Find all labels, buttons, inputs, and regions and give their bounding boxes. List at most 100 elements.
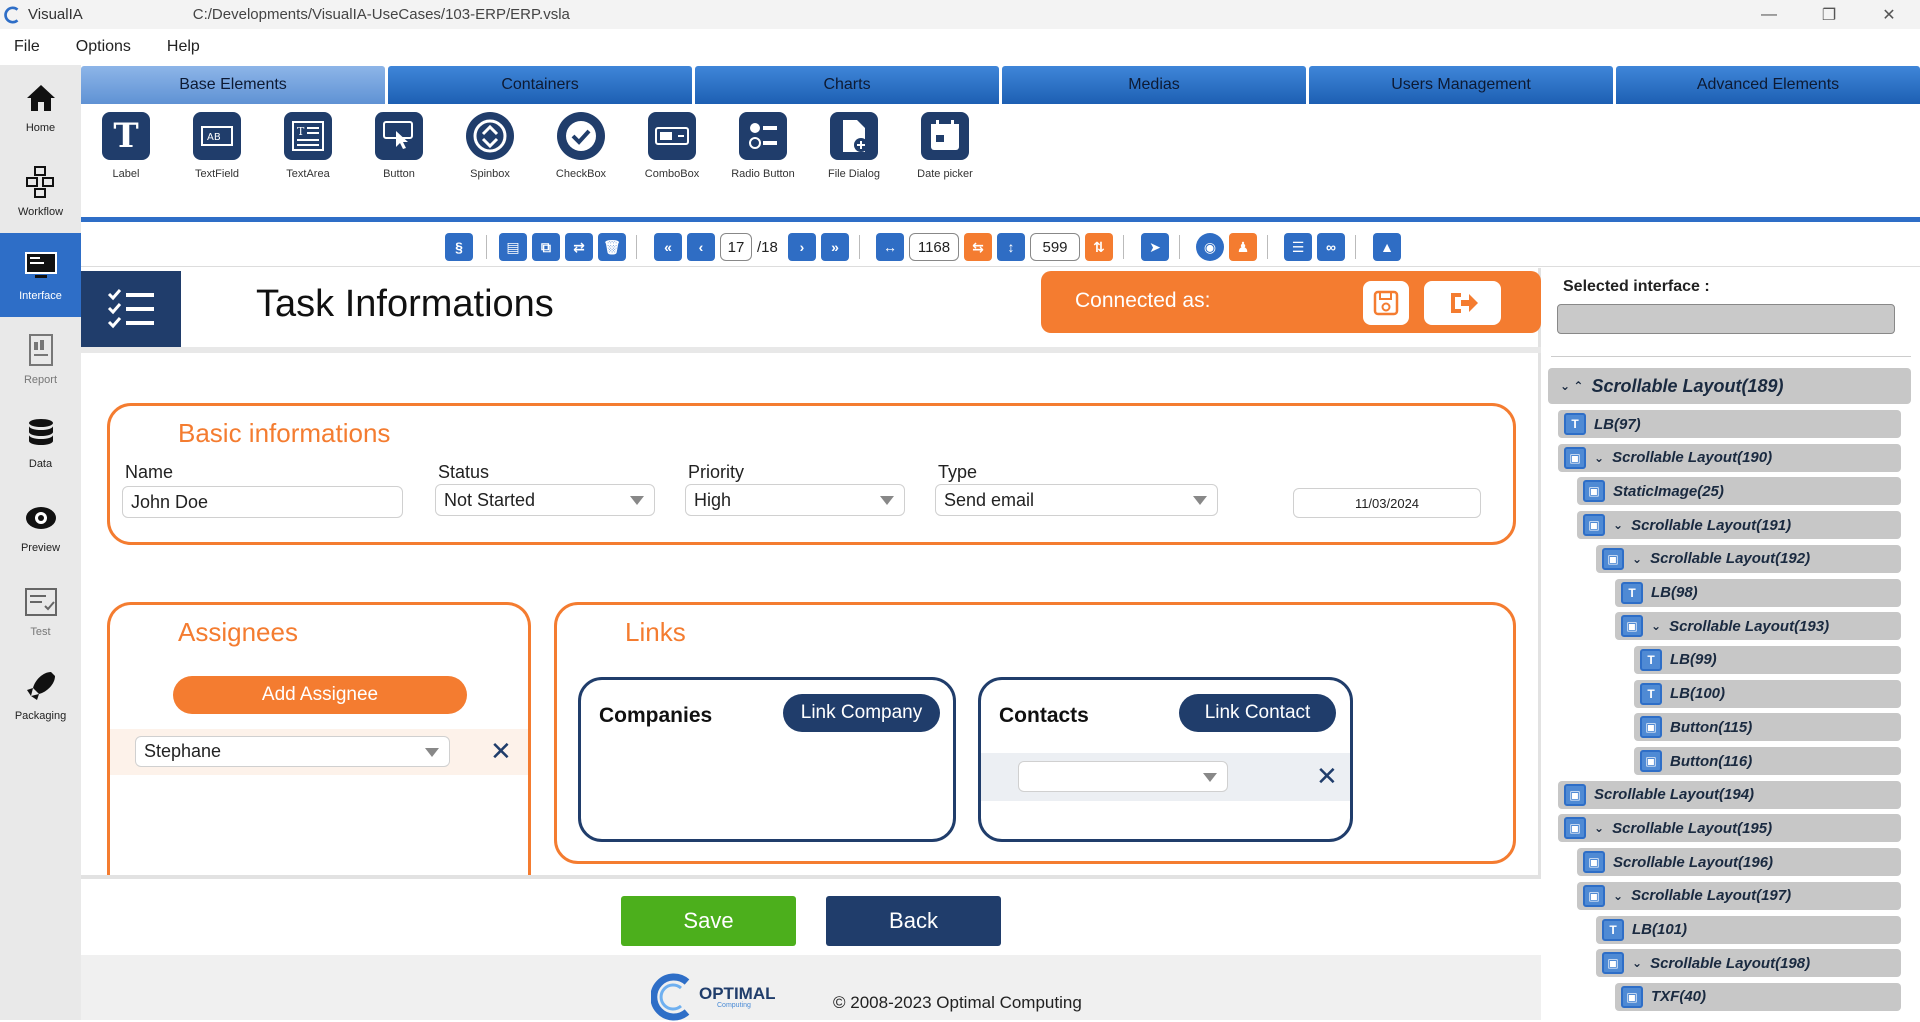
tab-charts[interactable]: Charts (695, 66, 999, 104)
select-cursor-icon[interactable]: ➤ (1141, 233, 1169, 261)
save-icon-button[interactable] (1363, 281, 1409, 325)
chevron-down-icon[interactable]: ⌄ (1594, 821, 1604, 835)
close-window-button[interactable]: ✕ (1860, 0, 1918, 29)
link-contact-button[interactable]: Link Contact (1179, 694, 1336, 732)
chevron-down-icon[interactable]: ⌄ (1632, 956, 1642, 970)
node-type-icon: ▣ (1602, 547, 1624, 570)
sidebar-item-interface[interactable]: Interface (0, 233, 81, 317)
sidebar-item-preview[interactable]: Preview (0, 485, 81, 569)
palette-file-dialog[interactable]: File Dialog (809, 112, 899, 180)
chevron-down-icon[interactable]: ⌄ (1594, 451, 1604, 465)
tree-node[interactable]: ▣ ⌄ Scrollable Layout(192) (1596, 544, 1901, 573)
palette-button[interactable]: Button (354, 112, 444, 180)
tree-node[interactable]: ▣ ⌄ Scrollable Layout(193) (1615, 612, 1901, 641)
date-input[interactable]: 11/03/2024 (1293, 488, 1481, 518)
palette-item-label: Date picker (917, 168, 973, 180)
restore-button[interactable]: ❐ (1800, 0, 1858, 29)
back-button[interactable]: Back (826, 896, 1001, 946)
palette-date-picker[interactable]: Date picker (900, 112, 990, 180)
tree-node[interactable]: ▣ Scrollable Layout(194) (1558, 780, 1901, 809)
tree-node[interactable]: ▣ ⌄ Scrollable Layout(197) (1577, 881, 1901, 910)
tree-node[interactable]: T LB(99) (1634, 645, 1901, 674)
palette-combobox[interactable]: ComboBox (627, 112, 717, 180)
chevron-down-icon[interactable]: ⌄ (1613, 889, 1623, 903)
node-type-icon: ▣ (1583, 514, 1605, 537)
remove-contact-icon[interactable]: ✕ (1316, 761, 1338, 792)
tree-node[interactable]: ▣ Button(116) (1634, 747, 1901, 775)
label-icon: T (102, 112, 150, 160)
status-select[interactable]: Not Started (435, 484, 655, 516)
sidebar-item-report[interactable]: Report (0, 317, 81, 401)
menu-help[interactable]: Help (167, 38, 200, 56)
page-number-input[interactable]: 17 (720, 233, 752, 261)
tree-node[interactable]: T LB(97) (1558, 410, 1901, 438)
priority-select[interactable]: High (685, 484, 905, 516)
delete-icon[interactable]: 🗑 (598, 233, 626, 261)
sidebar-item-workflow[interactable]: Workflow (0, 149, 81, 233)
menu-file[interactable]: File (14, 38, 40, 56)
selected-interface-input[interactable] (1557, 304, 1895, 334)
tree-node[interactable]: ▣ TXF(40) (1615, 982, 1901, 1011)
remove-assignee-icon[interactable]: ✕ (490, 736, 512, 767)
save-button[interactable]: Save (621, 896, 796, 946)
prev-page-icon[interactable]: ‹ (687, 233, 715, 261)
menu-options[interactable]: Options (76, 38, 131, 56)
first-page-icon[interactable]: « (654, 233, 682, 261)
tab-medias[interactable]: Medias (1002, 66, 1306, 104)
tree-node[interactable]: ▣ ⌄ Scrollable Layout(195) (1558, 814, 1901, 843)
add-assignee-button[interactable]: Add Assignee (173, 676, 467, 714)
chevron-down-icon[interactable]: ⌄ (1613, 518, 1623, 532)
tree-node[interactable]: ▣ ⌄ Scrollable Layout(198) (1596, 949, 1901, 978)
tree-node[interactable]: T LB(100) (1634, 679, 1901, 708)
hierarchy-icon[interactable]: ▲ (1373, 233, 1401, 261)
list-icon[interactable]: ☰ (1284, 233, 1312, 261)
palette-textarea[interactable]: T TextArea (263, 112, 353, 180)
palette-label[interactable]: T Label (81, 112, 171, 180)
tree-node[interactable]: ⌄ ⌃ Scrollable Layout(189) (1548, 368, 1911, 404)
fit-width-icon[interactable]: ⇆ (964, 233, 992, 261)
tree-node[interactable]: ▣ StaticImage(25) (1577, 477, 1901, 506)
next-page-icon[interactable]: › (788, 233, 816, 261)
tree-node[interactable]: ▣ ⌄ Scrollable Layout(190) (1558, 443, 1901, 472)
sidebar-item-home[interactable]: Home (0, 65, 81, 149)
width-icon[interactable]: ↔ (876, 233, 904, 261)
sidebar-item-data[interactable]: Data (0, 401, 81, 485)
link-icon[interactable]: ∞ (1317, 233, 1345, 261)
tab-base-elements[interactable]: Base Elements (81, 66, 385, 104)
width-input[interactable]: 1168 (909, 233, 959, 261)
type-select[interactable]: Send email (935, 484, 1218, 516)
link-company-button[interactable]: Link Company (783, 694, 940, 732)
palette-textfield[interactable]: AB TextField (172, 112, 262, 180)
tab-users-management[interactable]: Users Management (1309, 66, 1613, 104)
tree-node[interactable]: ▣ Button(115) (1634, 713, 1901, 742)
height-input[interactable]: 599 (1030, 233, 1080, 261)
tab-advanced-elements[interactable]: Advanced Elements (1616, 66, 1920, 104)
tree-node[interactable]: ▣ Scrollable Layout(196) (1577, 848, 1901, 877)
tree-node[interactable]: ▣ ⌄ Scrollable Layout(191) (1577, 511, 1901, 540)
contact-select[interactable] (1018, 761, 1228, 792)
sidebar-item-packaging[interactable]: Packaging (0, 653, 81, 737)
chevron-down-icon[interactable]: ⌄ ⌃ (1560, 379, 1583, 393)
new-page-icon[interactable]: ▤ (499, 233, 527, 261)
fit-height-icon[interactable]: ⇅ (1085, 233, 1113, 261)
sidebar-item-test[interactable]: Test (0, 569, 81, 653)
tree-node[interactable]: T LB(98) (1615, 578, 1901, 607)
palette-radio-button[interactable]: Radio Button (718, 112, 808, 180)
logout-button[interactable] (1424, 281, 1501, 325)
height-icon[interactable]: ↕ (997, 233, 1025, 261)
tree-node[interactable]: T LB(101) (1596, 915, 1901, 944)
duplicate-icon[interactable]: ⧉ (532, 233, 560, 261)
name-input[interactable]: John Doe (122, 486, 403, 518)
palette-checkbox[interactable]: CheckBox (536, 112, 626, 180)
user-access-icon[interactable]: ♟ (1229, 233, 1257, 261)
chevron-down-icon[interactable]: ⌄ (1651, 619, 1661, 633)
shuffle-icon[interactable]: ⇄ (565, 233, 593, 261)
tab-containers[interactable]: Containers (388, 66, 692, 104)
section-button[interactable]: § (445, 233, 473, 261)
last-page-icon[interactable]: » (821, 233, 849, 261)
assignee-select[interactable]: Stephane (135, 736, 450, 767)
minimize-button[interactable]: — (1740, 0, 1798, 29)
chevron-down-icon[interactable]: ⌄ (1632, 552, 1642, 566)
preview-eye-icon[interactable]: ◉ (1196, 233, 1224, 261)
palette-spinbox[interactable]: Spinbox (445, 112, 535, 180)
